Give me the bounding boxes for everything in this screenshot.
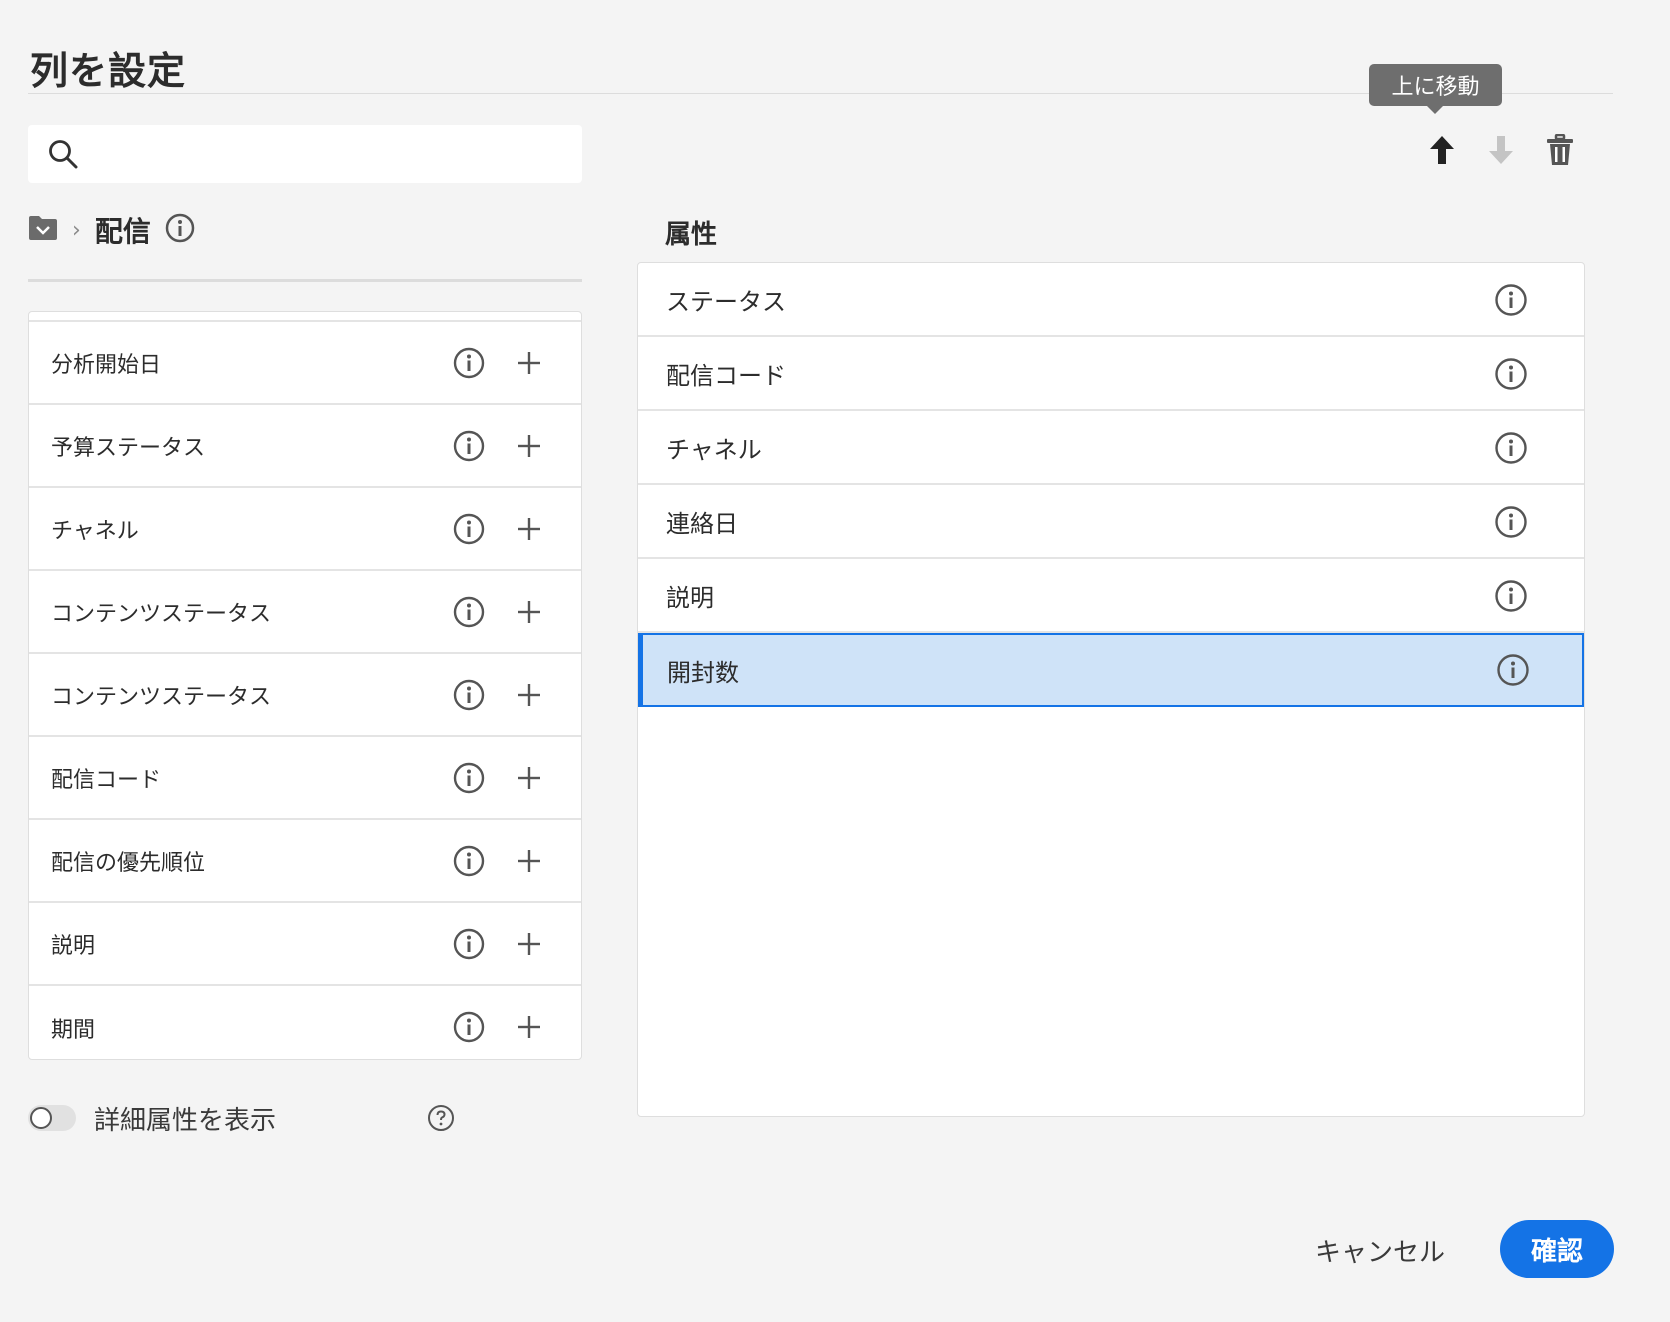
info-icon[interactable] [453, 347, 485, 379]
list-item-label: 説明 [51, 933, 96, 959]
move-up-button[interactable] [1422, 128, 1462, 172]
list-item-label: 予算ステータス [51, 435, 206, 461]
confirm-button[interactable]: 確認 [1500, 1220, 1614, 1278]
add-icon[interactable] [513, 1011, 545, 1043]
list-item[interactable]: コンテンツステータス [29, 654, 581, 737]
list-item[interactable]: ステータス [638, 263, 1584, 337]
list-item[interactable]: 配信コード [638, 337, 1584, 411]
delete-button[interactable] [1540, 128, 1580, 172]
info-icon[interactable] [1494, 283, 1528, 317]
list-item[interactable]: 説明 [29, 903, 581, 986]
move-down-button[interactable] [1481, 128, 1521, 172]
info-icon[interactable] [453, 513, 485, 545]
available-fields-list: 分析開始日 予算ステータス チャネル コンテンツステータス コンテンツステータス… [28, 311, 582, 1060]
list-item-selected[interactable]: 開封数 [638, 633, 1584, 707]
dialog-title: 列を設定 [30, 49, 187, 93]
info-icon[interactable] [453, 845, 485, 877]
list-item-label: 配信の優先順位 [51, 850, 206, 876]
list-item-label: チャネル [51, 518, 139, 544]
help-icon[interactable] [427, 1104, 455, 1132]
folder-icon[interactable] [28, 215, 58, 245]
add-icon[interactable] [513, 679, 545, 711]
add-icon[interactable] [513, 845, 545, 877]
info-icon[interactable] [1494, 505, 1528, 539]
list-item-label: 期間 [51, 1017, 96, 1043]
list-item[interactable]: コンテンツステータス [29, 571, 581, 654]
search-field[interactable] [28, 125, 582, 183]
info-icon[interactable] [453, 762, 485, 794]
info-icon[interactable] [453, 596, 485, 628]
add-icon[interactable] [513, 596, 545, 628]
list-item[interactable]: 配信コード [29, 737, 581, 820]
move-up-tooltip: 上に移動 [1369, 64, 1502, 114]
advanced-attributes-label: 詳細属性を表示 [94, 1105, 277, 1136]
list-item-label: コンテンツステータス [51, 601, 272, 627]
list-item[interactable]: チャネル [638, 411, 1584, 485]
add-icon[interactable] [513, 928, 545, 960]
selected-attributes-list: ステータス 配信コード チャネル 連絡日 説明 開封数 [637, 262, 1585, 1117]
info-icon[interactable] [1494, 431, 1528, 465]
info-icon[interactable] [453, 1011, 485, 1043]
info-icon[interactable] [453, 679, 485, 711]
list-item[interactable]: チャネル [29, 488, 581, 571]
list-item-label: コンテンツステータス [51, 684, 272, 710]
arrow-down-icon [1489, 136, 1513, 164]
arrow-up-icon [1430, 136, 1454, 164]
list-item-label: 開封数 [667, 658, 739, 687]
list-item[interactable]: 分析開始日 [29, 322, 581, 405]
cancel-button[interactable]: キャンセル [1305, 1222, 1455, 1278]
breadcrumb-current: 配信 [94, 215, 151, 248]
search-input[interactable] [92, 125, 582, 183]
list-item-label: 連絡日 [666, 509, 738, 538]
list-item[interactable]: 説明 [638, 559, 1584, 633]
list-item[interactable]: 期間 [29, 986, 581, 1059]
breadcrumb-divider [28, 279, 582, 282]
list-item-label: 分析開始日 [51, 352, 162, 378]
breadcrumb-separator: › [72, 217, 81, 243]
info-icon[interactable] [165, 213, 195, 247]
trash-icon [1547, 134, 1573, 165]
breadcrumb: › 配信 [28, 210, 195, 250]
add-icon[interactable] [513, 762, 545, 794]
list-item-label: 配信コード [666, 361, 786, 390]
list-item[interactable]: 予算ステータス [29, 405, 581, 488]
info-icon[interactable] [1496, 653, 1530, 687]
add-icon[interactable] [513, 347, 545, 379]
add-icon[interactable] [513, 513, 545, 545]
list-item-label: ステータス [666, 287, 786, 316]
advanced-attributes-toggle-row: 詳細属性を表示 [28, 1098, 276, 1138]
list-item-label: チャネル [666, 435, 762, 464]
info-icon[interactable] [1494, 357, 1528, 391]
add-icon[interactable] [513, 430, 545, 462]
list-item[interactable]: 配信の優先順位 [29, 820, 581, 903]
info-icon[interactable] [453, 430, 485, 462]
search-icon [49, 140, 78, 169]
info-icon[interactable] [1494, 579, 1528, 613]
attributes-heading: 属性 [665, 220, 718, 250]
list-item-label: 説明 [666, 583, 714, 612]
info-icon[interactable] [453, 928, 485, 960]
list-item[interactable]: 連絡日 [638, 485, 1584, 559]
list-item-label: 配信コード [51, 767, 162, 793]
advanced-attributes-toggle[interactable] [28, 1105, 76, 1131]
